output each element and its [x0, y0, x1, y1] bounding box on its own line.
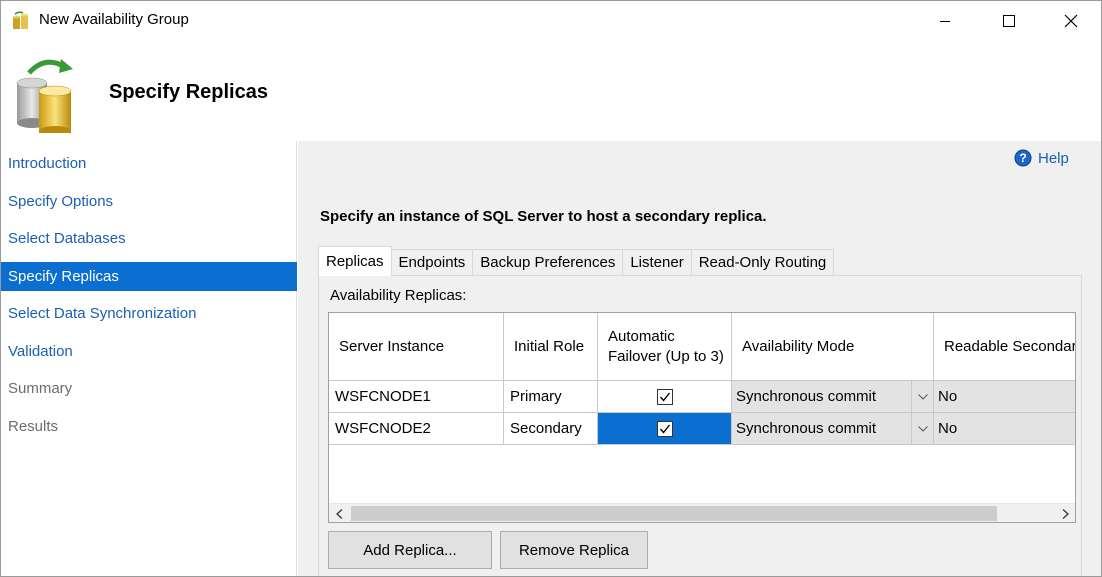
page-header: Specify Replicas	[1, 41, 1101, 141]
server-instance-cell[interactable]: WSFCNODE2	[329, 413, 504, 445]
chevron-down-icon[interactable]	[911, 381, 933, 412]
tab-backup-preferences[interactable]: Backup Preferences	[472, 249, 624, 276]
title-bar: New Availability Group	[1, 1, 1101, 41]
remove-replica-button[interactable]: Remove Replica	[500, 531, 648, 569]
readable-secondary-cell[interactable]: No	[934, 381, 1075, 413]
help-label[interactable]: Help	[1038, 150, 1069, 167]
maximize-button[interactable]	[986, 1, 1032, 41]
checkmark-icon	[659, 424, 670, 434]
sidebar-item-results: Results	[8, 418, 59, 435]
table-row[interactable]: WSFCNODE1 Primary Synchronous commit No	[329, 381, 1075, 413]
app-icon	[11, 11, 31, 31]
scroll-left-icon[interactable]	[329, 504, 349, 522]
availability-mode-value: Synchronous commit	[736, 420, 877, 437]
availability-mode-dropdown[interactable]: Synchronous commit	[732, 413, 934, 445]
replicas-tab-panel: Availability Replicas: Server Instance I…	[318, 275, 1082, 576]
instruction-text: Specify an instance of SQL Server to hos…	[320, 208, 767, 225]
scrollbar-thumb[interactable]	[351, 506, 997, 521]
availability-mode-dropdown[interactable]: Synchronous commit	[732, 381, 934, 413]
tab-replicas[interactable]: Replicas	[318, 246, 392, 276]
wizard-sidebar: Introduction Specify Options Select Data…	[1, 141, 297, 576]
chevron-down-icon[interactable]	[911, 413, 933, 444]
sidebar-item-introduction[interactable]: Introduction	[1, 149, 297, 178]
database-sync-icon	[15, 53, 81, 136]
sidebar-item-specify-options[interactable]: Specify Options	[1, 187, 297, 216]
server-instance-cell[interactable]: WSFCNODE1	[329, 381, 504, 413]
minimize-button[interactable]	[922, 1, 968, 41]
new-availability-group-window: New Availability Group Specify Replicas …	[0, 0, 1102, 577]
column-header-readable-secondary[interactable]: Readable Secondar	[934, 313, 1075, 381]
initial-role-cell[interactable]: Secondary	[504, 413, 598, 445]
column-header-initial-role[interactable]: Initial Role	[504, 313, 598, 381]
main-content: ? Help Specify an instance of SQL Server…	[298, 141, 1101, 576]
tab-strip: Replicas Endpoints Backup Preferences Li…	[318, 246, 835, 276]
tab-endpoints[interactable]: Endpoints	[390, 249, 474, 276]
automatic-failover-checkbox[interactable]	[656, 420, 673, 437]
initial-role-cell[interactable]: Primary	[504, 381, 598, 413]
availability-mode-value: Synchronous commit	[736, 388, 877, 405]
automatic-failover-cell[interactable]	[598, 381, 732, 413]
sidebar-item-specify-replicas[interactable]: Specify Replicas	[1, 262, 297, 291]
readable-secondary-cell[interactable]: No	[934, 413, 1075, 445]
sidebar-item-select-data-synchronization[interactable]: Select Data Synchronization	[1, 299, 297, 328]
column-header-server-instance[interactable]: Server Instance	[329, 313, 504, 381]
checkmark-icon	[659, 392, 670, 402]
help-link[interactable]: ? Help	[1014, 149, 1069, 167]
availability-replicas-label: Availability Replicas:	[330, 287, 467, 304]
table-row[interactable]: WSFCNODE2 Secondary Synchronous commit N…	[329, 413, 1075, 445]
help-icon: ?	[1014, 149, 1032, 167]
sidebar-item-summary: Summary	[8, 380, 73, 397]
svg-text:?: ?	[1019, 151, 1026, 165]
horizontal-scrollbar[interactable]	[329, 503, 1075, 522]
window-title: New Availability Group	[39, 11, 189, 28]
automatic-failover-cell[interactable]	[598, 413, 732, 445]
sidebar-item-validation[interactable]: Validation	[1, 337, 297, 366]
close-button[interactable]	[1048, 1, 1094, 41]
tab-listener[interactable]: Listener	[622, 249, 692, 276]
tab-read-only-routing[interactable]: Read-Only Routing	[690, 249, 835, 276]
sidebar-item-select-databases[interactable]: Select Databases	[1, 224, 297, 253]
grid-header-row: Server Instance Initial Role Automatic F…	[329, 313, 1075, 381]
column-header-automatic-failover[interactable]: Automatic Failover (Up to 3)	[598, 313, 732, 381]
add-replica-button[interactable]: Add Replica...	[328, 531, 492, 569]
automatic-failover-checkbox[interactable]	[656, 388, 673, 405]
column-header-availability-mode[interactable]: Availability Mode	[732, 313, 934, 381]
scroll-right-icon[interactable]	[1055, 504, 1075, 522]
page-title: Specify Replicas	[109, 81, 268, 103]
replicas-grid[interactable]: Server Instance Initial Role Automatic F…	[328, 312, 1076, 523]
